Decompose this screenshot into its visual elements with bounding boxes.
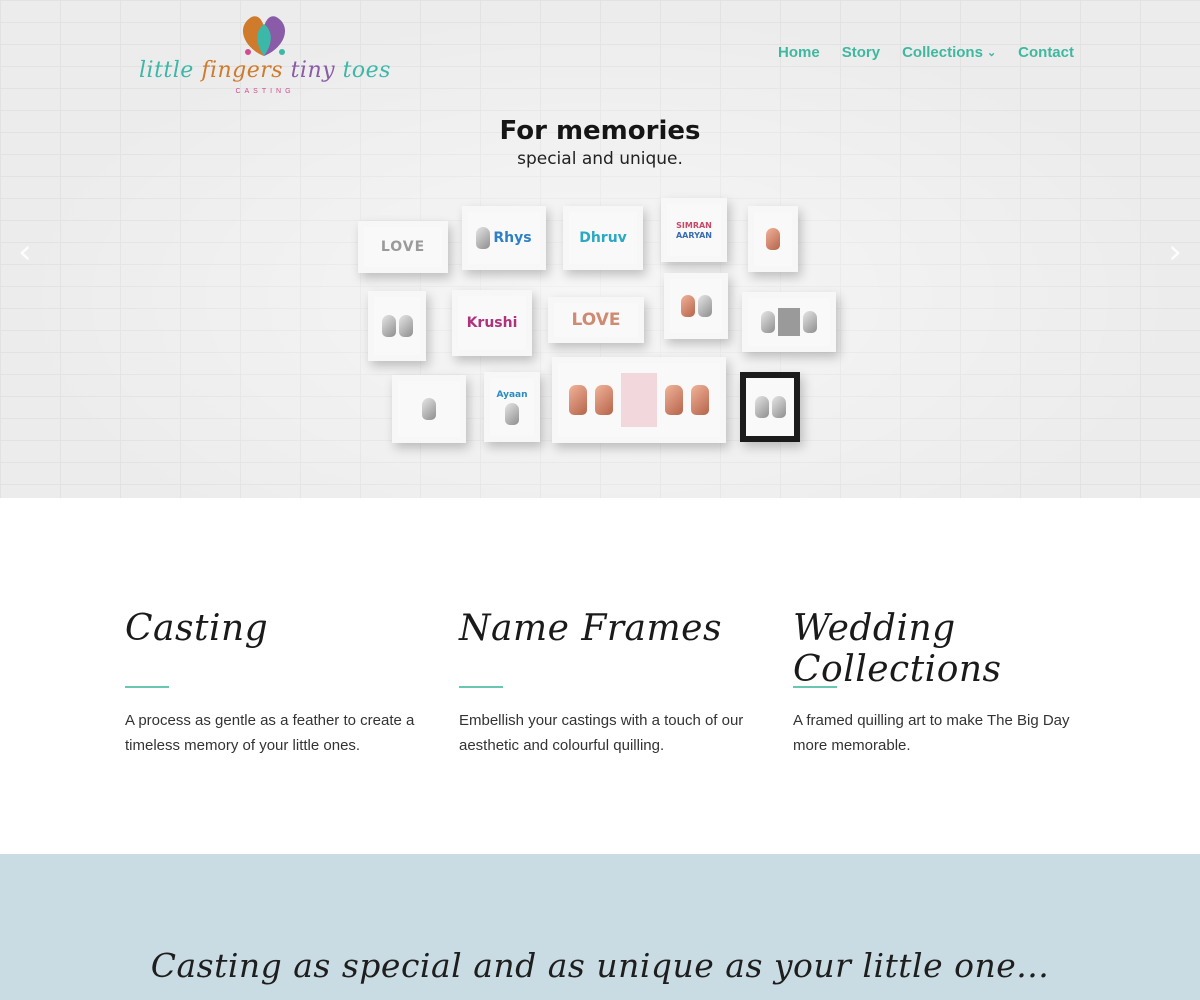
- frame-rhys: Rhys: [462, 206, 546, 270]
- hero-subtitle: special and unique.: [517, 149, 683, 169]
- handprint-icon: [697, 295, 712, 317]
- frame-label: Krushi: [466, 315, 518, 331]
- nav-home[interactable]: Home: [778, 44, 820, 61]
- nav-collections-label: Collections: [902, 44, 983, 61]
- logo-subtitle: CASTING: [235, 88, 295, 95]
- handprint-icon: [665, 385, 683, 415]
- handprint-icon: [766, 228, 780, 250]
- nav-story[interactable]: Story: [842, 44, 880, 61]
- frame-silver-feet: [368, 291, 426, 361]
- feature-wedding-collections: Wedding Collections A framed quilling ar…: [793, 608, 1093, 758]
- frame-photo-casting: [742, 292, 836, 352]
- feature-divider: [125, 686, 169, 688]
- footprint-icon: [422, 398, 436, 420]
- frame-black-hands: [740, 372, 800, 442]
- handprint-icon: [771, 396, 786, 418]
- frame-label: SIMRAN: [676, 220, 712, 230]
- handprint-icon: [803, 311, 817, 333]
- logo-wordmark: little fingers tiny toes: [139, 58, 391, 83]
- frame-label: Rhys: [493, 230, 532, 246]
- frame-certificate: [392, 375, 466, 443]
- feature-text: A framed quilling art to make The Big Da…: [793, 712, 1070, 754]
- slider-next-arrow[interactable]: ›: [1168, 232, 1182, 272]
- handprint-icon: [505, 402, 519, 425]
- tagline-heading: Casting as special and as unique as your…: [150, 946, 1050, 985]
- frame-initials: [748, 206, 798, 272]
- frame-label: LOVE: [571, 310, 621, 330]
- feature-title: Wedding Collections: [793, 608, 1002, 690]
- hero-slider: little fingers tiny toes CASTING Home St…: [0, 0, 1200, 498]
- handprint-icon: [680, 295, 695, 317]
- handprint-icon: [691, 385, 709, 415]
- chevron-down-icon: ⌄: [986, 47, 997, 59]
- feature-casting: Casting A process as gentle as a feather…: [125, 608, 425, 758]
- footprint-icon: [569, 385, 587, 415]
- baby-photo: [778, 308, 800, 336]
- paisley-flower-icon: [242, 16, 286, 56]
- main-nav: Home Story Collections ⌄ Contact: [778, 44, 1074, 61]
- baby-photo: [621, 373, 657, 427]
- frame-love-silver: LOVE: [358, 221, 448, 273]
- frame-label: AARYAN: [675, 230, 713, 240]
- handprint-icon: [476, 227, 491, 249]
- frame-simran-aaryan: SIMRAN AARYAN: [661, 198, 727, 262]
- frame-label: Ayaan: [496, 389, 528, 400]
- frame-copper-hands: [664, 273, 728, 339]
- feature-text: A process as gentle as a feather to crea…: [125, 712, 415, 754]
- frame-copper-collage: [552, 357, 726, 443]
- site-logo[interactable]: little fingers tiny toes CASTING: [134, 12, 396, 100]
- footprint-icon: [398, 315, 413, 337]
- feature-title: Casting: [125, 608, 269, 649]
- frame-label: LOVE: [380, 239, 426, 255]
- frame-dhruv: Dhruv: [563, 206, 643, 270]
- feature-name-frames: Name Frames Embellish your castings with…: [459, 608, 759, 758]
- nav-contact[interactable]: Contact: [1018, 44, 1074, 61]
- feature-text: Embellish your castings with a touch of …: [459, 712, 744, 754]
- slider-prev-arrow[interactable]: ‹: [18, 232, 32, 272]
- features-section: Casting A process as gentle as a feather…: [0, 498, 1200, 854]
- frame-ayaan: Ayaan: [484, 372, 540, 442]
- handprint-icon: [761, 311, 775, 333]
- footprint-icon: [595, 385, 613, 415]
- frame-label: Dhruv: [579, 230, 627, 246]
- handprint-icon: [754, 396, 769, 418]
- nav-collections[interactable]: Collections ⌄: [902, 44, 996, 61]
- frame-love-copper: LOVE: [548, 297, 644, 343]
- feature-title: Name Frames: [459, 608, 722, 649]
- frame-krushi: Krushi: [452, 290, 532, 356]
- tagline-band: Casting as special and as unique as your…: [0, 854, 1200, 1000]
- feature-divider: [459, 686, 503, 688]
- footprint-icon: [381, 315, 396, 337]
- hero-title: For memories: [499, 116, 701, 146]
